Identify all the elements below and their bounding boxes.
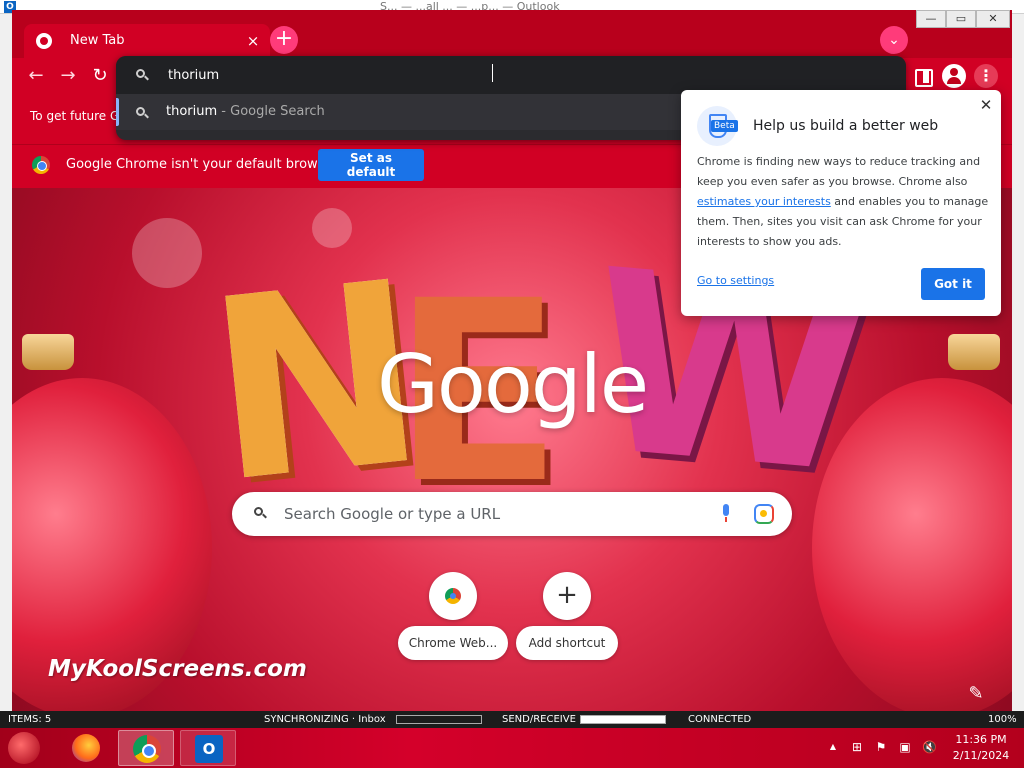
dialog-body: Chrome is finding new ways to reduce tra… <box>697 152 989 252</box>
firefox-icon <box>72 734 100 762</box>
google-lens-icon[interactable] <box>754 504 774 524</box>
suggestion-text: thorium - Google Search <box>166 94 325 130</box>
tab-new-tab[interactable]: New Tab × <box>24 24 270 58</box>
close-icon[interactable]: ✕ <box>977 96 995 114</box>
chrome-icon <box>133 735 161 763</box>
text-cursor-icon <box>492 64 494 82</box>
watermark-text: MyKoolScreens.com <box>48 656 307 682</box>
chrome-favicon-icon <box>36 33 52 49</box>
zoom-level: 100% <box>988 714 1017 725</box>
microphone-icon[interactable] <box>720 504 732 524</box>
sync-status: SYNCHRONIZING · Inbox <box>264 714 386 725</box>
omnibox-input-row[interactable] <box>116 56 906 94</box>
chrome-web-store-icon <box>445 588 461 604</box>
suggestion-source: Google Search <box>230 104 325 119</box>
taskbar-clock[interactable]: 11:36 PM 2/11/2024 <box>946 732 1016 764</box>
dialog-body-text: Chrome is finding new ways to reduce tra… <box>697 155 981 188</box>
suggestion-query: thorium <box>166 104 218 119</box>
send-receive-status: SEND/RECEIVE <box>502 714 576 725</box>
clock-time: 11:36 PM <box>955 733 1007 746</box>
ntp-search-box[interactable] <box>232 492 792 536</box>
tab-title: New Tab <box>70 33 125 48</box>
go-to-settings-link[interactable]: Go to settings <box>697 274 774 287</box>
tab-close-icon[interactable]: × <box>244 32 262 50</box>
side-panel-icon[interactable] <box>910 64 934 88</box>
profile-avatar-icon[interactable] <box>942 64 966 88</box>
dialog-title: Help us build a better web <box>753 118 939 134</box>
search-icon <box>254 507 267 519</box>
default-browser-message: Google Chrome isn't your default browser <box>66 157 338 172</box>
set-as-default-button[interactable]: Set as default <box>318 149 424 181</box>
shortcut-chrome-web-store[interactable]: Chrome Web... <box>398 572 508 662</box>
omnibox-input[interactable] <box>166 64 766 86</box>
signin-infobar-text: To get future G <box>30 109 120 123</box>
close-window-button[interactable]: ✕ <box>976 10 1010 28</box>
outlook-icon: O <box>195 735 223 763</box>
windows-taskbar: O ▲ ⊞ ⚑ ▣ 🔇 11:36 PM 2/11/2024 <box>0 728 1024 768</box>
outlook-status-bar: ITEMS: 5 SYNCHRONIZING · Inbox SEND/RECE… <box>0 711 1024 728</box>
shortcut-label[interactable]: Add shortcut <box>516 626 618 660</box>
google-logo: Google <box>376 338 649 431</box>
ntp-search-input[interactable] <box>282 502 702 526</box>
new-tab-button[interactable]: + <box>270 26 298 54</box>
items-count: ITEMS: 5 <box>8 714 52 725</box>
beta-badge: Beta <box>711 120 738 132</box>
plus-icon[interactable]: + <box>543 572 591 620</box>
tab-strip: New Tab × + ⌄ — ▭ ✕ <box>12 10 1012 58</box>
taskbar-outlook[interactable]: O <box>180 730 236 766</box>
minimize-button[interactable]: — <box>916 10 946 28</box>
taskbar-firefox[interactable] <box>58 730 114 766</box>
maximize-button[interactable]: ▭ <box>946 10 976 28</box>
back-button[interactable]: ← <box>22 62 50 90</box>
shortcut-label[interactable]: Chrome Web... <box>398 626 508 660</box>
volume-muted-icon[interactable]: 🔇 <box>922 740 937 754</box>
network-icon[interactable]: ⊞ <box>850 740 864 754</box>
action-center-flag-icon[interactable]: ⚑ <box>874 740 888 754</box>
shortcut-add[interactable]: + Add shortcut <box>512 572 622 662</box>
forward-button[interactable]: → <box>54 62 82 90</box>
tab-search-button[interactable]: ⌄ <box>880 26 908 54</box>
taskbar-chrome[interactable] <box>118 730 174 766</box>
suggestion-separator: - <box>217 104 231 119</box>
shortcut-tile[interactable] <box>429 572 477 620</box>
sync-progress-bar <box>396 715 482 724</box>
send-receive-progress-bar <box>580 715 666 724</box>
search-icon <box>136 107 149 119</box>
selection-indicator <box>116 98 119 126</box>
estimates-interests-link[interactable]: estimates your interests <box>697 195 831 208</box>
start-button[interactable] <box>8 732 40 764</box>
chrome-logo-icon <box>32 156 50 174</box>
chrome-menu-button[interactable]: ⋮ <box>974 64 998 88</box>
customize-pencil-icon[interactable]: ✎ <box>962 680 990 708</box>
search-icon <box>136 69 149 81</box>
bokeh-decoration <box>132 218 202 288</box>
privacy-sandbox-dialog: Beta Help us build a better web ✕ Chrome… <box>681 90 1001 316</box>
reload-button[interactable]: ↻ <box>86 62 114 90</box>
got-it-button[interactable]: Got it <box>921 268 985 300</box>
show-hidden-icons-icon[interactable]: ▲ <box>826 740 840 754</box>
display-icon[interactable]: ▣ <box>898 740 912 754</box>
connection-status: CONNECTED <box>688 714 752 725</box>
clock-date: 2/11/2024 <box>952 749 1010 762</box>
system-tray: ▲ ⊞ ⚑ ▣ 🔇 <box>824 728 944 768</box>
